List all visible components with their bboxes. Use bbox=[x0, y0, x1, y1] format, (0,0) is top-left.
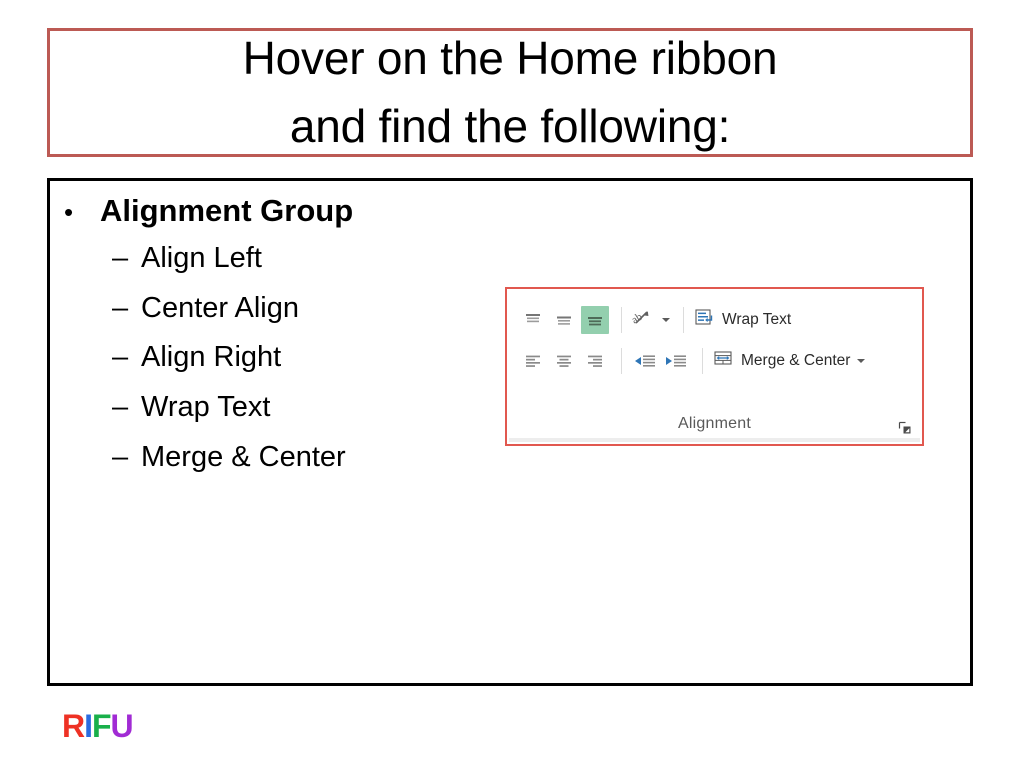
bullet-item-merge-center: – Merge & Center bbox=[64, 439, 494, 477]
indent-cluster bbox=[631, 347, 693, 375]
slide-title-box: Hover on the Home ribbon and find the fo… bbox=[47, 28, 973, 157]
chevron-down-icon[interactable] bbox=[857, 358, 866, 363]
bullet-text: Center Align bbox=[141, 291, 299, 324]
ribbon-group-footer: Alignment bbox=[507, 412, 922, 436]
orientation-button[interactable]: ab bbox=[630, 306, 674, 334]
horizontal-align-cluster bbox=[519, 347, 612, 375]
chevron-down-icon[interactable] bbox=[662, 317, 670, 322]
ribbon-separator bbox=[683, 306, 684, 333]
ribbon-separator bbox=[621, 347, 622, 374]
svg-text:ab: ab bbox=[631, 311, 645, 327]
align-center-icon[interactable] bbox=[550, 347, 578, 375]
merge-center-label: Merge & Center bbox=[741, 351, 851, 369]
bullet-item-align-left: – Align Left bbox=[64, 240, 494, 278]
bullet-marker: • bbox=[64, 197, 74, 227]
ribbon-separator bbox=[702, 347, 703, 374]
ribbon-group-label: Alignment bbox=[678, 415, 751, 432]
ribbon-group-body: ab Wrap Text Merge & Center Alignment bbox=[507, 289, 922, 444]
bullet-item-center-align: – Center Align bbox=[64, 290, 494, 328]
wrap-text-button[interactable]: Wrap Text bbox=[693, 306, 795, 334]
title-line-1: Hover on the Home ribbon bbox=[242, 32, 778, 85]
bullet-item-alignment-group: • Alignment Group bbox=[64, 191, 494, 232]
bullet-text: Align Right bbox=[141, 341, 282, 374]
align-right-icon[interactable] bbox=[581, 347, 609, 375]
bullet-marker: – bbox=[112, 291, 129, 324]
merge-center-button[interactable]: Merge & Center bbox=[712, 347, 869, 375]
ribbon-row-top: ab Wrap Text bbox=[519, 299, 910, 340]
bullet-marker: – bbox=[112, 390, 129, 423]
bullet-item-align-right: – Align Right bbox=[64, 339, 494, 377]
slide-content-box: • Alignment Group – Align Left – Center … bbox=[47, 178, 973, 686]
wrap-text-label: Wrap Text bbox=[722, 310, 792, 328]
bullet-text: Merge & Center bbox=[141, 440, 346, 473]
bullet-text: Alignment Group bbox=[100, 193, 354, 228]
bullet-marker: – bbox=[112, 440, 129, 473]
ribbon-bottom-strip bbox=[509, 438, 920, 442]
align-top-icon[interactable] bbox=[519, 306, 547, 334]
wrap-text-icon bbox=[693, 307, 715, 332]
dialog-box-launcher-icon[interactable] bbox=[898, 421, 912, 435]
merge-center-icon bbox=[712, 348, 734, 373]
rifu-logo: R I F U bbox=[62, 708, 134, 744]
title-line-2: and find the following: bbox=[289, 99, 731, 152]
logo-letter-u: U bbox=[110, 708, 134, 744]
ribbon-row-bottom: Merge & Center bbox=[519, 340, 910, 381]
bullet-marker: – bbox=[112, 341, 129, 374]
align-left-icon[interactable] bbox=[519, 347, 547, 375]
decrease-indent-icon[interactable] bbox=[631, 347, 659, 375]
vertical-align-cluster bbox=[519, 305, 612, 334]
logo-letter-f: F bbox=[92, 708, 112, 744]
bullet-text: Wrap Text bbox=[141, 390, 271, 423]
align-middle-icon[interactable] bbox=[550, 306, 578, 334]
bullet-item-wrap-text: – Wrap Text bbox=[64, 389, 494, 427]
logo-letter-i: I bbox=[84, 708, 93, 744]
bullet-marker: – bbox=[112, 241, 129, 274]
increase-indent-icon[interactable] bbox=[662, 347, 690, 375]
bullet-text: Align Left bbox=[141, 241, 262, 274]
ribbon-separator bbox=[621, 306, 622, 333]
logo-letter-r: R bbox=[62, 708, 85, 744]
orientation-icon: ab bbox=[630, 306, 655, 333]
excel-alignment-group-screenshot: ab Wrap Text Merge & Center Alignment bbox=[505, 287, 924, 446]
align-bottom-icon[interactable] bbox=[581, 305, 609, 334]
bullet-list: • Alignment Group – Align Left – Center … bbox=[64, 191, 494, 488]
